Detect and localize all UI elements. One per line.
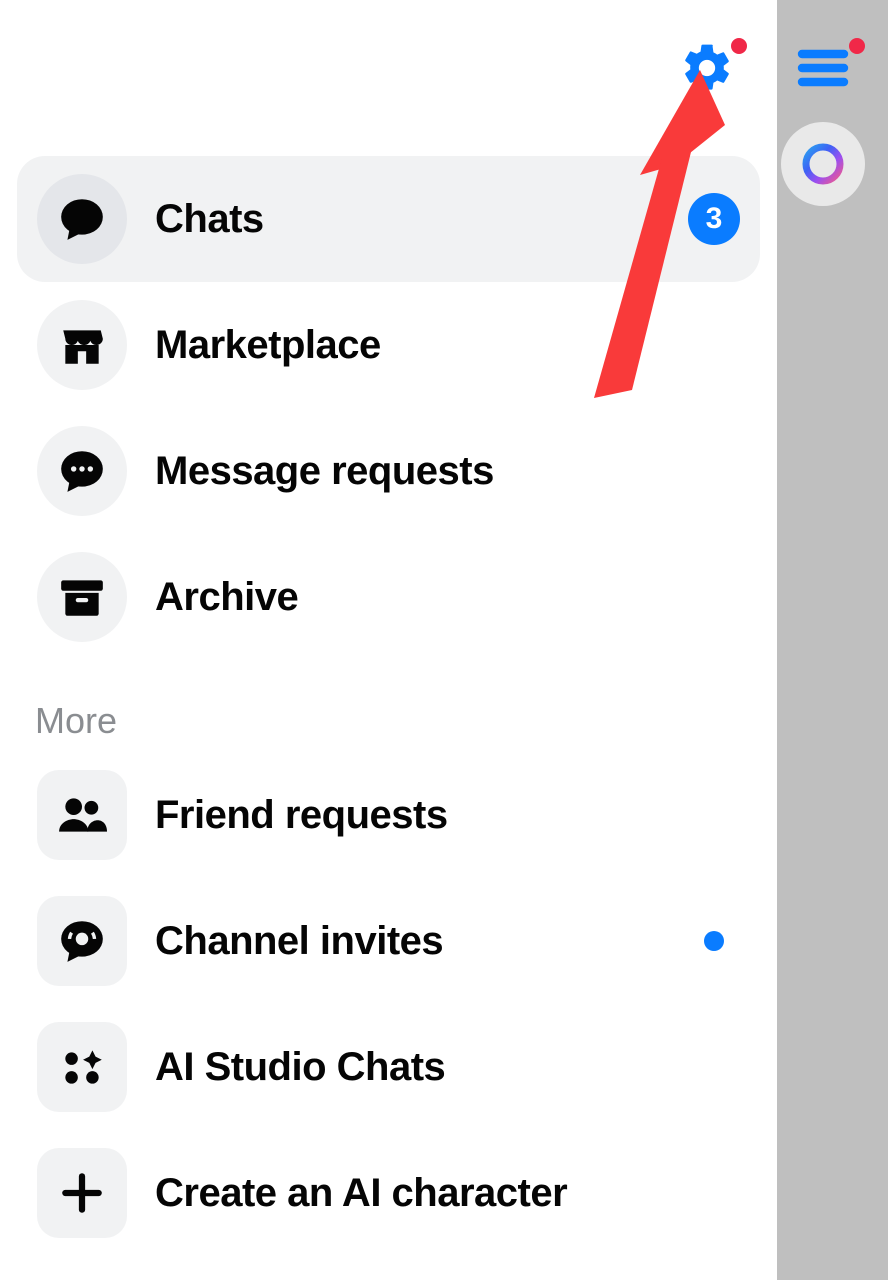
nav-item-create-ai[interactable]: Create an AI character <box>17 1130 760 1256</box>
ai-studio-icon <box>37 1022 127 1112</box>
navigation-panel: Chats 3 Marketplace <box>0 0 777 1280</box>
section-more-label: More <box>35 700 760 742</box>
nav-item-chats[interactable]: Chats 3 <box>17 156 760 282</box>
hamburger-icon <box>795 40 851 96</box>
meta-ai-ring-icon <box>799 140 847 188</box>
nav-label: Channel invites <box>155 919 443 964</box>
notification-dot <box>704 931 724 951</box>
settings-button[interactable] <box>679 40 745 106</box>
nav-label: Message requests <box>155 449 494 494</box>
chat-bubble-icon <box>37 174 127 264</box>
meta-ai-button[interactable] <box>781 122 865 206</box>
collapsed-content-pane <box>777 0 888 1280</box>
archive-icon <box>37 552 127 642</box>
nav-label: Create an AI character <box>155 1171 567 1216</box>
nav-label: Friend requests <box>155 793 448 838</box>
marketplace-icon <box>37 300 127 390</box>
notification-dot <box>731 38 747 54</box>
nav-item-ai-studio[interactable]: AI Studio Chats <box>17 1004 760 1130</box>
nav-item-archive[interactable]: Archive <box>17 534 760 660</box>
nav-label: Marketplace <box>155 323 381 368</box>
plus-icon <box>37 1148 127 1238</box>
nav-item-channel-invites[interactable]: Channel invites <box>17 878 760 1004</box>
gear-icon <box>679 40 735 96</box>
nav-item-message-requests[interactable]: Message requests <box>17 408 760 534</box>
channel-icon <box>37 896 127 986</box>
nav-item-marketplace[interactable]: Marketplace <box>17 282 760 408</box>
people-icon <box>37 770 127 860</box>
menu-button[interactable] <box>795 40 861 106</box>
nav-item-friend-requests[interactable]: Friend requests <box>17 752 760 878</box>
unread-badge: 3 <box>688 193 740 245</box>
nav-label: Chats <box>155 197 264 242</box>
message-requests-icon <box>37 426 127 516</box>
nav-label: Archive <box>155 575 298 620</box>
notification-dot <box>849 38 865 54</box>
nav-label: AI Studio Chats <box>155 1045 445 1090</box>
